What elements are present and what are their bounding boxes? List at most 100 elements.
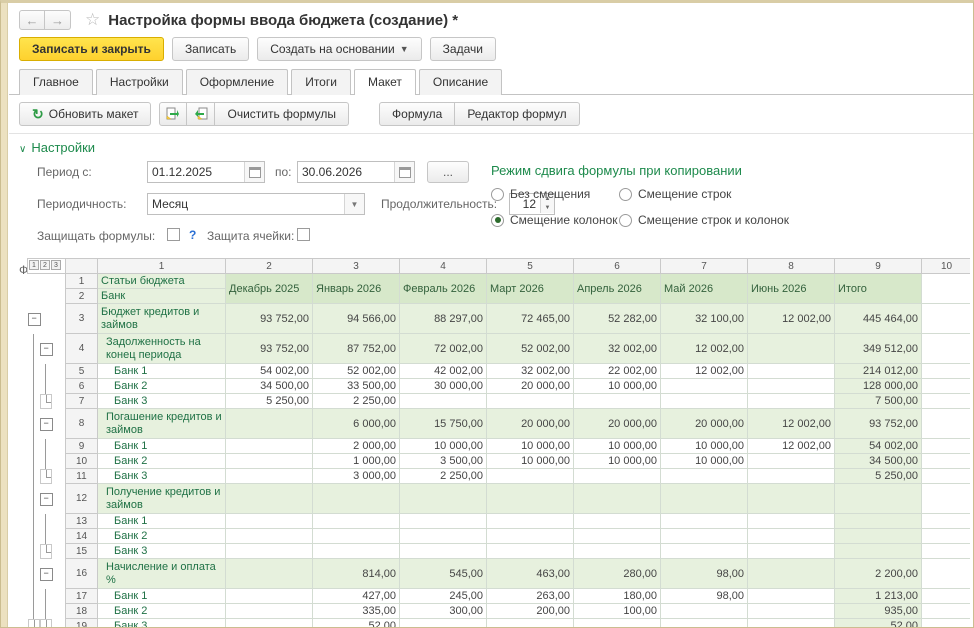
tab-itogi[interactable]: Итоги — [291, 69, 351, 95]
radio-shift-columns[interactable]: Смещение колонок — [491, 213, 618, 227]
value-cell[interactable]: 30 000,00 — [400, 379, 487, 394]
value-cell[interactable] — [574, 544, 661, 559]
value-cell[interactable] — [400, 514, 487, 529]
value-cell[interactable] — [226, 589, 313, 604]
column-header[interactable]: 6 — [574, 259, 661, 274]
row-header[interactable]: 1 — [66, 274, 98, 289]
value-cell[interactable]: 3 000,00 — [313, 469, 400, 484]
radio-no-shift[interactable]: Без смещения — [491, 187, 590, 201]
value-cell[interactable]: 93 752,00 — [226, 334, 313, 364]
cell[interactable] — [922, 304, 971, 334]
row-header[interactable]: 7 — [66, 394, 98, 409]
row-header[interactable]: 10 — [66, 454, 98, 469]
cell[interactable] — [922, 484, 971, 514]
cell[interactable] — [922, 439, 971, 454]
back-icon[interactable]: ← — [19, 10, 45, 30]
value-cell[interactable]: 10 000,00 — [487, 454, 574, 469]
save-and-close-button[interactable]: Записать и закрыть — [19, 37, 164, 61]
value-cell[interactable] — [487, 514, 574, 529]
period-to-input[interactable] — [298, 165, 394, 179]
group-level-button[interactable]: 1 — [29, 260, 39, 270]
value-cell[interactable]: 32 002,00 — [487, 364, 574, 379]
value-cell[interactable]: 98,00 — [661, 559, 748, 589]
article-cell[interactable]: Банк 2 — [98, 454, 226, 469]
month-header-cell[interactable]: Март 2026 — [487, 274, 574, 304]
value-cell[interactable]: 445 464,00 — [835, 304, 922, 334]
tab-glavnoe[interactable]: Главное — [19, 69, 93, 95]
settings-group-header[interactable]: ∨Настройки — [9, 134, 973, 157]
value-cell[interactable]: 12 002,00 — [661, 334, 748, 364]
value-cell[interactable] — [574, 529, 661, 544]
value-cell[interactable]: 52 282,00 — [574, 304, 661, 334]
value-cell[interactable] — [313, 544, 400, 559]
value-cell[interactable] — [748, 604, 835, 619]
period-more-button[interactable]: ... — [427, 161, 469, 183]
protect-formulas-checkbox[interactable] — [167, 228, 180, 241]
value-cell[interactable]: 10 000,00 — [487, 439, 574, 454]
cell[interactable] — [922, 529, 971, 544]
radio-shift-rows-columns[interactable]: Смещение строк и колонок — [619, 213, 789, 227]
calendar-icon[interactable] — [394, 162, 414, 182]
value-cell[interactable]: 1 213,00 — [835, 589, 922, 604]
value-cell[interactable] — [835, 514, 922, 529]
value-cell[interactable]: 280,00 — [574, 559, 661, 589]
month-header-cell[interactable]: Июнь 2026 — [748, 274, 835, 304]
value-cell[interactable]: 98,00 — [661, 589, 748, 604]
value-cell[interactable]: 349 512,00 — [835, 334, 922, 364]
row-header[interactable]: 15 — [66, 544, 98, 559]
value-cell[interactable] — [226, 544, 313, 559]
article-cell[interactable]: Банк 2 — [98, 604, 226, 619]
value-cell[interactable]: 12 002,00 — [748, 304, 835, 334]
value-cell[interactable]: 180,00 — [574, 589, 661, 604]
value-cell[interactable] — [748, 484, 835, 514]
collapse-group-icon[interactable] — [40, 409, 52, 439]
value-cell[interactable] — [400, 394, 487, 409]
cell[interactable] — [922, 364, 971, 379]
cell[interactable] — [922, 619, 971, 628]
article-cell[interactable]: Получение кредитов и займов — [98, 484, 226, 514]
tab-maket[interactable]: Макет — [354, 69, 416, 95]
value-cell[interactable] — [487, 394, 574, 409]
value-cell[interactable] — [574, 484, 661, 514]
header-cell-bank[interactable]: Банк — [98, 289, 226, 304]
value-cell[interactable] — [748, 364, 835, 379]
value-cell[interactable]: 2 250,00 — [313, 394, 400, 409]
value-cell[interactable]: 2 200,00 — [835, 559, 922, 589]
row-header[interactable]: 19 — [66, 619, 98, 628]
formula-editor-button[interactable]: Редактор формул — [455, 102, 579, 126]
cell[interactable] — [922, 544, 971, 559]
value-cell[interactable] — [226, 559, 313, 589]
value-cell[interactable] — [226, 529, 313, 544]
value-cell[interactable]: 52 002,00 — [487, 334, 574, 364]
value-cell[interactable]: 20 000,00 — [487, 409, 574, 439]
value-cell[interactable] — [748, 529, 835, 544]
value-cell[interactable] — [835, 544, 922, 559]
refresh-layout-button[interactable]: ↻Обновить макет — [19, 102, 151, 126]
value-cell[interactable] — [226, 619, 313, 628]
value-cell[interactable] — [487, 619, 574, 628]
value-cell[interactable]: 263,00 — [487, 589, 574, 604]
value-cell[interactable] — [748, 619, 835, 628]
value-cell[interactable]: 32 002,00 — [574, 334, 661, 364]
value-cell[interactable] — [574, 619, 661, 628]
column-header[interactable]: 2 — [226, 259, 313, 274]
month-header-cell[interactable]: Май 2026 — [661, 274, 748, 304]
collapse-group-icon[interactable] — [40, 334, 52, 364]
article-cell[interactable]: Банк 2 — [98, 529, 226, 544]
value-cell[interactable]: 87 752,00 — [313, 334, 400, 364]
value-cell[interactable] — [487, 529, 574, 544]
value-cell[interactable] — [487, 544, 574, 559]
tab-oformlenie[interactable]: Оформление — [186, 69, 288, 95]
value-cell[interactable]: 935,00 — [835, 604, 922, 619]
help-link[interactable]: ? — [189, 228, 196, 242]
radio-shift-rows[interactable]: Смещение строк — [619, 187, 731, 201]
article-cell[interactable]: Задолженность на конец периода — [98, 334, 226, 364]
collapse-group-icon[interactable] — [40, 484, 52, 514]
value-cell[interactable]: 5 250,00 — [835, 469, 922, 484]
value-cell[interactable] — [661, 544, 748, 559]
value-cell[interactable] — [313, 529, 400, 544]
value-cell[interactable]: 128 000,00 — [835, 379, 922, 394]
value-cell[interactable]: 12 002,00 — [661, 364, 748, 379]
tab-nastroyki[interactable]: Настройки — [96, 69, 183, 95]
cell[interactable] — [922, 604, 971, 619]
